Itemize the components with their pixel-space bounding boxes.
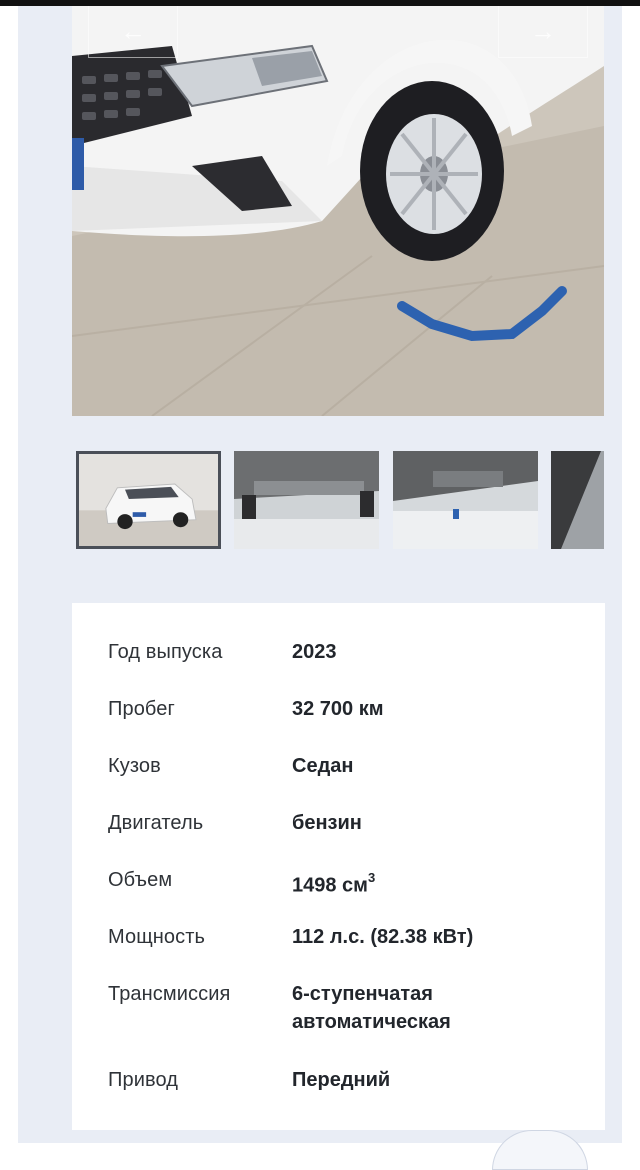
spec-label: Привод xyxy=(108,1069,179,1091)
spec-value-line: 6-ступенчатая xyxy=(292,983,433,1005)
thumbnail-front-view[interactable] xyxy=(76,451,221,549)
spec-value: 32 700 км xyxy=(292,698,384,720)
spec-value: Передний xyxy=(292,1069,391,1091)
spec-value: Седан xyxy=(292,755,354,777)
spec-label: Пробег xyxy=(108,698,175,720)
spec-value-line: автоматическая xyxy=(292,1011,451,1033)
spec-label: Объем xyxy=(108,869,173,891)
thumbnail-image xyxy=(393,451,538,549)
spec-value: бензин xyxy=(292,812,362,834)
spec-value: 2023 xyxy=(292,641,337,663)
unit-superscript: 3 xyxy=(367,870,376,885)
spec-label: Мощность xyxy=(108,926,206,948)
thumbnail-strip xyxy=(72,451,604,549)
spec-value-text: 1498 см xyxy=(292,874,368,897)
spec-value: 6-ступенчатая автоматическая xyxy=(292,980,582,1036)
spec-label: Кузов xyxy=(108,755,161,777)
main-photo[interactable]: ← → xyxy=(72,6,604,416)
thumbnail-underbody-1[interactable] xyxy=(234,451,379,549)
gallery-next-button[interactable]: → xyxy=(498,6,588,58)
arrow-right-icon: → xyxy=(530,16,556,46)
gallery-prev-button[interactable]: ← xyxy=(88,6,178,58)
specs-card: Год выпуска 2023 Пробег 32 700 км Кузов … xyxy=(72,603,605,1130)
spec-label: Год выпуска xyxy=(108,641,223,663)
spec-value: 1498 см3 xyxy=(292,866,582,900)
spec-label: Трансмиссия xyxy=(108,983,231,1005)
thumbnail-underbody-2[interactable] xyxy=(393,451,538,549)
thumbnail-partial[interactable] xyxy=(551,451,604,549)
thumbnail-image xyxy=(79,454,218,546)
spec-value: 112 л.с. (82.38 кВт) xyxy=(292,926,474,948)
thumbnail-image xyxy=(551,451,604,549)
spec-label: Двигатель xyxy=(108,812,204,834)
arrow-left-icon: ← xyxy=(120,16,146,46)
thumbnail-image xyxy=(234,451,379,549)
listing-panel: ← → Год выпуска 2023 Пробег 32 700 км Ку… xyxy=(18,6,622,1143)
car-photo-image xyxy=(72,6,604,416)
